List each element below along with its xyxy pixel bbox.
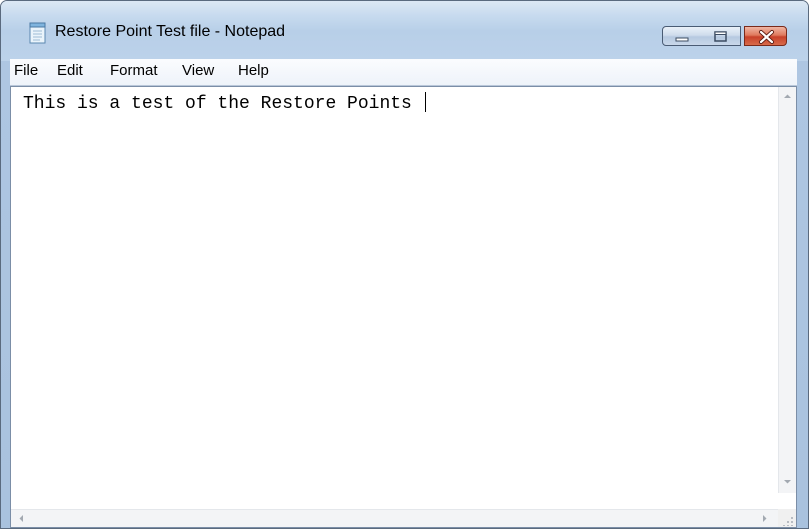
- scroll-down-icon[interactable]: [783, 479, 792, 485]
- menu-format[interactable]: Format: [110, 62, 158, 79]
- notepad-icon: [29, 22, 47, 44]
- notepad-window: Restore Point Test file - Notepad File E…: [0, 0, 809, 529]
- menu-help[interactable]: Help: [238, 62, 269, 79]
- close-button[interactable]: [744, 26, 787, 46]
- maximize-button[interactable]: [701, 26, 741, 46]
- menu-bar: File Edit Format View Help: [10, 59, 797, 86]
- window-title: Restore Point Test file - Notepad: [55, 23, 286, 40]
- scroll-right-icon[interactable]: [762, 514, 768, 523]
- close-icon: [759, 30, 774, 44]
- scroll-left-icon[interactable]: [18, 514, 24, 523]
- menu-view[interactable]: View: [182, 62, 214, 79]
- editor-content: This is a test of the Restore Points: [23, 94, 423, 114]
- scroll-up-icon[interactable]: [783, 93, 792, 99]
- size-grip[interactable]: [778, 509, 796, 527]
- minimize-icon: [675, 37, 689, 42]
- maximize-icon: [714, 31, 727, 42]
- resize-grip-icon: [783, 517, 793, 526]
- editor-text-line: This is a test of the Restore Points: [23, 92, 426, 115]
- text-caret: [424, 92, 426, 112]
- vertical-scrollbar[interactable]: [778, 87, 796, 493]
- text-editor[interactable]: This is a test of the Restore Points: [10, 86, 797, 528]
- menu-edit[interactable]: Edit: [57, 62, 83, 79]
- horizontal-scrollbar[interactable]: [11, 509, 780, 527]
- minimize-button[interactable]: [662, 26, 702, 46]
- menu-file[interactable]: File: [14, 62, 38, 79]
- title-bar[interactable]: Restore Point Test file - Notepad: [1, 1, 808, 61]
